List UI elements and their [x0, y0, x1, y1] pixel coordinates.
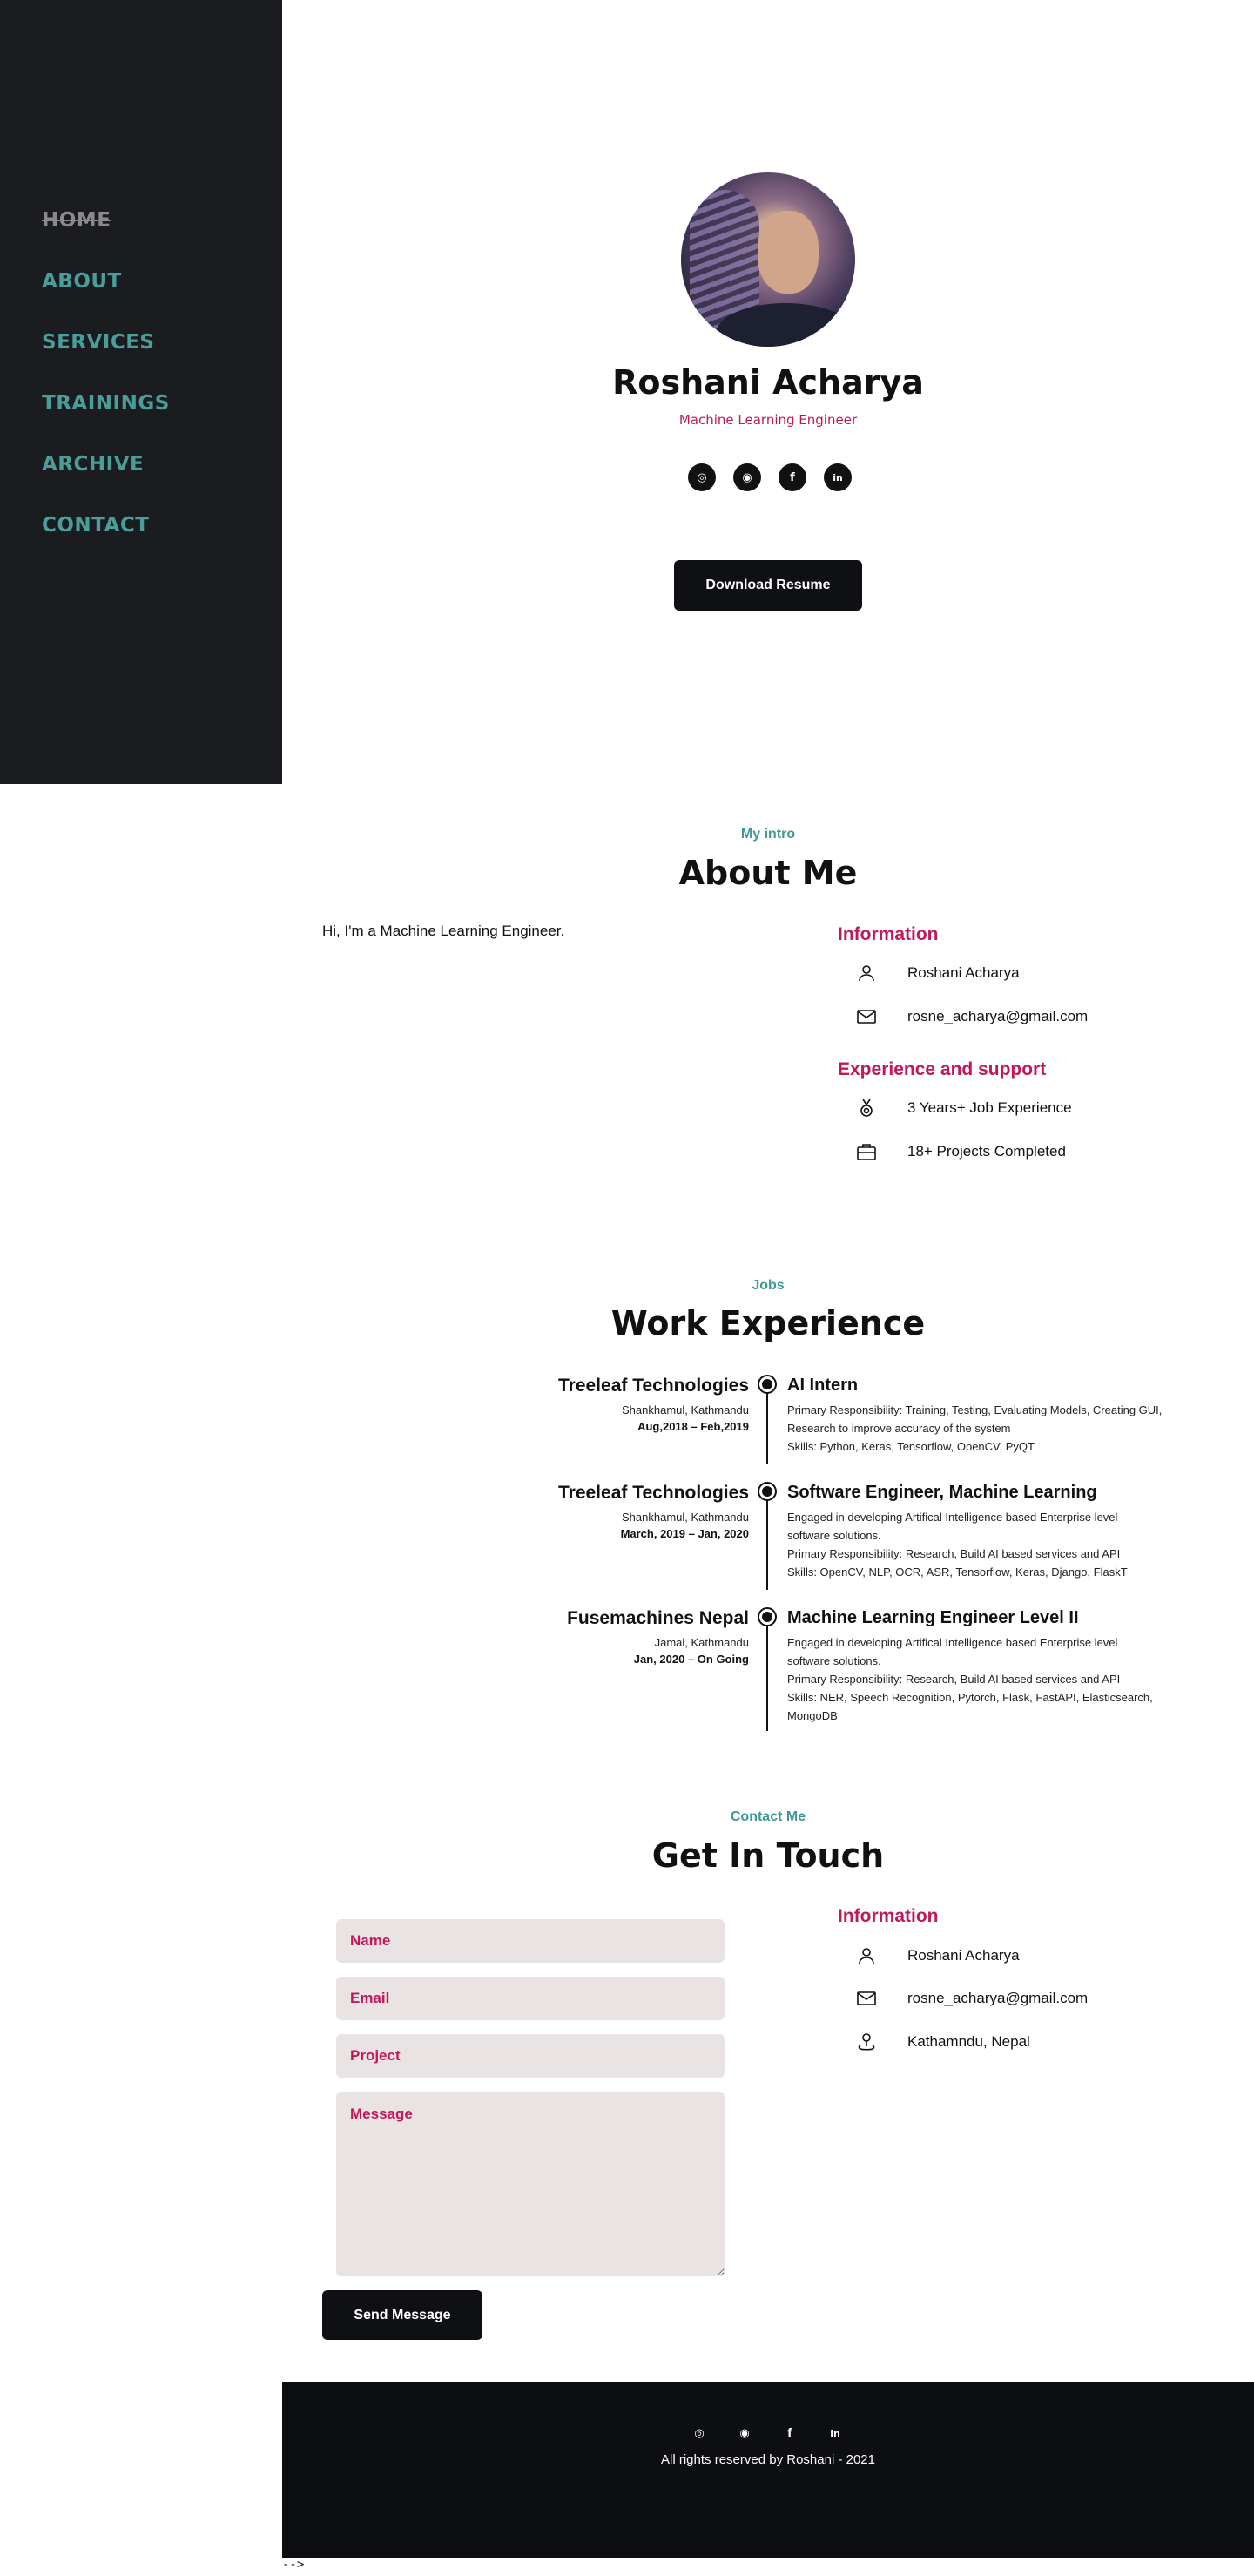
- job-line: Skills: Python, Keras, Tensorflow, OpenC…: [787, 1440, 1035, 1453]
- stray-text: -->: [282, 2558, 305, 2572]
- nav-item-trainings[interactable]: TRAININGS: [42, 390, 170, 416]
- facebook-icon[interactable]: f: [782, 2425, 798, 2441]
- briefcase-icon: [855, 1140, 878, 1163]
- job-meta: Treeleaf Technologies Shankhamul, Kathma…: [558, 1376, 749, 1433]
- sidebar: HOME ABOUT SERVICES TRAININGS ARCHIVE CO…: [0, 0, 282, 784]
- timeline-dot: [758, 1375, 777, 1394]
- job-details: Software Engineer, Machine Learning Enga…: [787, 1483, 1231, 1581]
- hero-role: Machine Learning Engineer: [678, 412, 858, 428]
- timeline-line: [766, 1385, 768, 1464]
- contact-subtitle: Contact Me: [730, 1809, 806, 1824]
- experience-text: 3 Years+ Job Experience: [907, 1099, 1072, 1116]
- location-icon: [855, 2031, 878, 2053]
- mail-icon: [855, 1987, 878, 2010]
- about-email-row: rosne_acharya@gmail.com: [855, 1005, 1088, 1028]
- facebook-icon[interactable]: f: [779, 463, 806, 491]
- instagram-icon[interactable]: ◎: [691, 2425, 707, 2441]
- job-title: Machine Learning Engineer Level II: [787, 1608, 1079, 1627]
- about-email: rosne_acharya@gmail.com: [907, 1008, 1089, 1024]
- job-dates: March, 2019 – Jan, 2020: [620, 1527, 749, 1540]
- job-line: Engaged in developing Artifical Intellig…: [787, 1636, 1118, 1649]
- job-line: MongoDB: [787, 1709, 838, 1722]
- about-info-heading: Information: [838, 924, 939, 944]
- about-name: Roshani Acharya: [907, 964, 1020, 981]
- nav-item-contact[interactable]: CONTACT: [42, 512, 170, 538]
- name-field[interactable]: [336, 1919, 725, 1963]
- contact-email-row: rosne_acharya@gmail.com: [855, 1987, 1088, 2010]
- contact-name-row: Roshani Acharya: [855, 1944, 1020, 1967]
- job-company: Fusemachines Nepal: [567, 1608, 749, 1628]
- nav-item-archive[interactable]: ARCHIVE: [42, 451, 170, 477]
- work-subtitle: Jobs: [752, 1278, 785, 1293]
- footer-social-links: ◎ ◉ f in: [691, 2425, 843, 2441]
- job-meta: Treeleaf Technologies Shankhamul, Kathma…: [558, 1483, 749, 1540]
- projects-row: 18+ Projects Completed: [855, 1140, 1066, 1163]
- job-title: AI Intern: [787, 1376, 859, 1395]
- main-nav: HOME ABOUT SERVICES TRAININGS ARCHIVE CO…: [42, 207, 170, 538]
- job-line: Primary Responsibility: Training, Testin…: [787, 1403, 1163, 1416]
- contact-location: Kathamndu, Nepal: [907, 2033, 1030, 2050]
- job-meta: Fusemachines Nepal Jamal, Kathmandu Jan,…: [567, 1608, 749, 1666]
- job-line: software solutions.: [787, 1654, 881, 1667]
- job-dates: Aug,2018 – Feb,2019: [637, 1420, 749, 1433]
- timeline-dot: [758, 1482, 777, 1501]
- timeline-line: [766, 1492, 768, 1590]
- github-icon[interactable]: ◉: [733, 463, 761, 491]
- job-company: Treeleaf Technologies: [557, 1376, 749, 1396]
- avatar-face: [758, 211, 819, 294]
- job-details: Machine Learning Engineer Level II Engag…: [787, 1608, 1231, 1725]
- projects-text: 18+ Projects Completed: [907, 1143, 1066, 1160]
- message-field[interactable]: [336, 2092, 725, 2276]
- avatar: [681, 172, 855, 347]
- about-title: About Me: [678, 854, 858, 892]
- job-company: Treeleaf Technologies: [557, 1483, 749, 1503]
- footer-copyright: All rights reserved by Roshani - 2021: [661, 2452, 875, 2467]
- contact-name: Roshani Acharya: [907, 1947, 1020, 1964]
- nav-item-home[interactable]: HOME: [42, 207, 170, 233]
- job-details: AI Intern Primary Responsibility: Traini…: [787, 1376, 1231, 1456]
- job-title: Software Engineer, Machine Learning: [787, 1483, 1097, 1502]
- work-title: Work Experience: [610, 1304, 926, 1342]
- job-line: Engaged in developing Artifical Intellig…: [787, 1511, 1118, 1524]
- timeline-dot: [758, 1607, 777, 1626]
- about-intro: Hi, I'm a Machine Learning Engineer.: [322, 923, 565, 939]
- contact-title: Get In Touch: [651, 1836, 885, 1875]
- contact-info-heading: Information: [838, 1906, 939, 1926]
- email-field[interactable]: [336, 1977, 725, 2020]
- job-line: Skills: OpenCV, NLP, OCR, ASR, Tensorflo…: [787, 1565, 1128, 1579]
- job-dates: Jan, 2020 – On Going: [633, 1653, 749, 1666]
- download-resume-button[interactable]: Download Resume: [674, 560, 862, 611]
- job-line: Primary Responsibility: Research, Build …: [787, 1673, 1121, 1686]
- footer: ◎ ◉ f in All rights reserved by Roshani …: [282, 2382, 1254, 2558]
- job-line: software solutions.: [787, 1529, 881, 1542]
- user-icon: [855, 1944, 878, 1967]
- job-location: Shankhamul, Kathmandu: [622, 1511, 749, 1524]
- medal-icon: [855, 1097, 878, 1119]
- experience-row: 3 Years+ Job Experience: [855, 1097, 1072, 1119]
- send-message-button[interactable]: Send Message: [322, 2290, 482, 2340]
- project-field[interactable]: [336, 2034, 725, 2078]
- hero-name: Roshani Acharya: [612, 363, 924, 402]
- about-name-row: Roshani Acharya: [855, 962, 1020, 984]
- social-links: ◎ ◉ f in: [688, 463, 852, 491]
- job-line: Primary Responsibility: Research, Build …: [787, 1547, 1121, 1560]
- instagram-icon[interactable]: ◎: [688, 463, 716, 491]
- timeline-line: [766, 1618, 768, 1731]
- github-icon[interactable]: ◉: [737, 2425, 752, 2441]
- hero-section: Roshani Acharya Machine Learning Enginee…: [282, 0, 1254, 784]
- job-line: Research to improve accuracy of the syst…: [787, 1422, 1011, 1435]
- linkedin-icon[interactable]: in: [824, 463, 852, 491]
- user-icon: [855, 962, 878, 984]
- about-subtitle: My intro: [740, 827, 796, 842]
- mail-icon: [855, 1005, 878, 1028]
- job-location: Shankhamul, Kathmandu: [622, 1403, 749, 1416]
- experience-heading: Experience and support: [838, 1059, 1047, 1079]
- contact-location-row: Kathamndu, Nepal: [855, 2031, 1030, 2053]
- contact-email: rosne_acharya@gmail.com: [907, 1990, 1089, 2006]
- nav-item-services[interactable]: SERVICES: [42, 329, 170, 355]
- job-line: Skills: NER, Speech Recognition, Pytorch…: [787, 1691, 1153, 1704]
- linkedin-icon[interactable]: in: [827, 2425, 843, 2441]
- job-location: Jamal, Kathmandu: [654, 1636, 749, 1649]
- nav-item-about[interactable]: ABOUT: [42, 268, 170, 294]
